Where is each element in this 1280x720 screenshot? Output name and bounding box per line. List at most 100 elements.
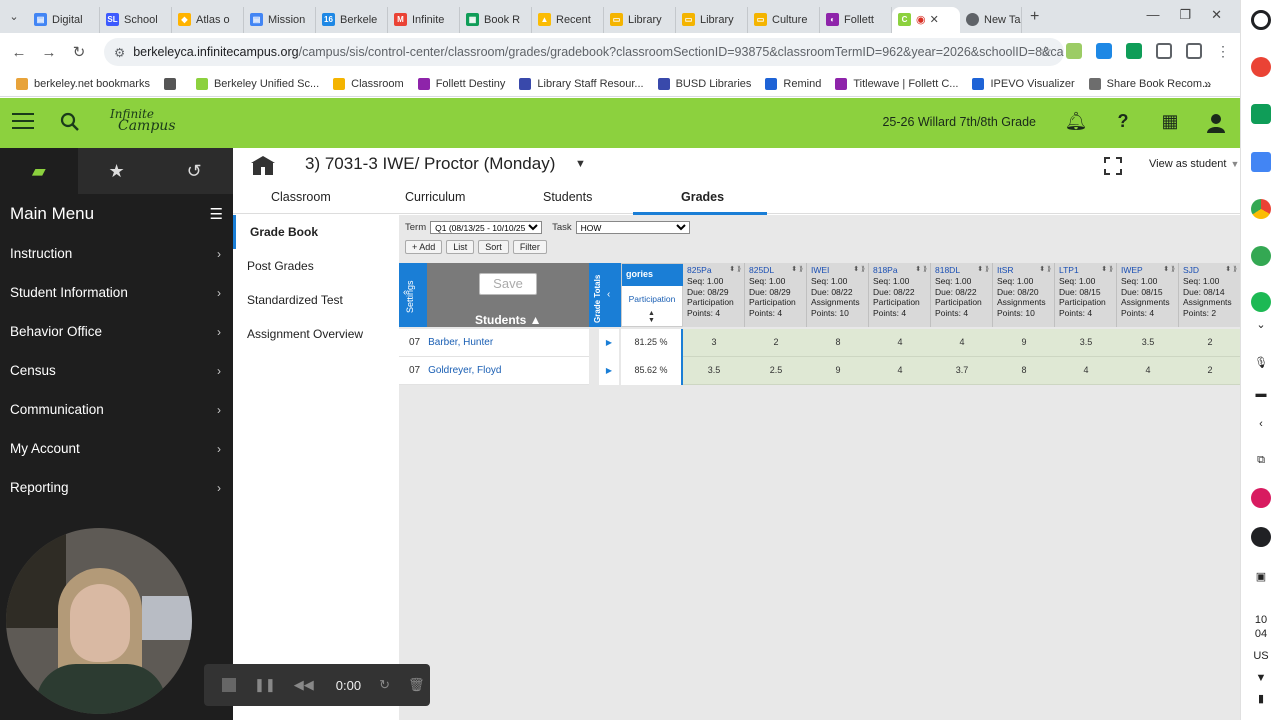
menu-item-instruction[interactable]: Instruction › — [0, 234, 233, 273]
save-button[interactable]: Save — [479, 273, 537, 295]
tab-new-tab[interactable]: New Ta — [960, 6, 1022, 33]
score-cell[interactable]: 4 — [931, 329, 993, 357]
score-cell[interactable]: 9 — [807, 357, 869, 385]
browser-tab[interactable]: ▭ Library — [604, 6, 676, 33]
extension-icon[interactable] — [1066, 43, 1082, 59]
tab-students[interactable]: Students — [543, 190, 592, 204]
favorites-star-icon[interactable]: ★ — [77, 148, 156, 194]
browser-tab[interactable]: ▦ Book R — [460, 6, 532, 33]
notifications-bell-icon[interactable]: 🔔︎ — [1064, 111, 1088, 135]
tab-classroom[interactable]: Classroom — [271, 190, 331, 204]
browser-tab[interactable]: ▲ Recent — [532, 6, 604, 33]
menu-item-census[interactable]: Census › — [0, 351, 233, 390]
browser-tab[interactable]: ◐ Follett — [820, 6, 892, 33]
assignment-header[interactable]: IWEP Seq: 1.00 Due: 08/15 Assignments Points… — [1117, 263, 1179, 327]
rewind-icon[interactable]: ◀◀ — [294, 677, 314, 693]
expand-student-icon[interactable]: ▶ — [599, 329, 619, 357]
browser-tab[interactable]: ▤ Digital — [28, 6, 100, 33]
student-name-link[interactable]: Goldreyer, Floyd — [428, 365, 501, 376]
score-cell[interactable]: 3 — [683, 329, 745, 357]
tab-groups-icon[interactable] — [1186, 43, 1202, 59]
tab-search-icon[interactable]: ⌄ — [0, 10, 28, 23]
app-icon[interactable] — [1251, 57, 1271, 77]
user-account-icon[interactable] — [1204, 111, 1228, 135]
score-cell[interactable]: 4 — [869, 329, 931, 357]
bookmark-item[interactable]: Follett Destiny — [417, 77, 505, 90]
keyboard-locale[interactable]: US — [1241, 650, 1280, 662]
play-store-icon[interactable] — [1251, 246, 1271, 266]
student-name-link[interactable]: Barber, Hunter — [428, 337, 493, 348]
fullscreen-icon[interactable] — [1103, 156, 1123, 176]
score-cell[interactable]: 4 — [869, 357, 931, 385]
sort-expand-icon[interactable]: ⬍ ⟫ — [977, 265, 989, 276]
browser-menu-icon[interactable]: ⋮ — [1216, 43, 1230, 60]
sort-expand-icon[interactable]: ⬍ ⟫ — [1039, 265, 1051, 276]
browser-tab[interactable]: ▤ Mission — [244, 6, 316, 33]
bookmark-item[interactable] — [163, 77, 182, 90]
classroom-app-icon[interactable] — [1251, 104, 1271, 124]
score-cell[interactable]: 2 — [1179, 329, 1241, 357]
browser-tab[interactable]: ▭ Culture — [748, 6, 820, 33]
assignment-header[interactable]: LTP1 Seq: 1.00 Due: 08/15 Participation Poin… — [1055, 263, 1117, 327]
calendar-icon[interactable]: ▣ — [1241, 570, 1280, 583]
minimize-icon[interactable]: — — [1146, 7, 1159, 23]
assignment-header[interactable]: 825Pa Seq: 1.00 Due: 08/29 Participation Poi… — [683, 263, 745, 327]
bookmark-item[interactable]: berkeley.net bookmarks — [16, 77, 150, 90]
screen-capture-icon[interactable]: ▬ — [1241, 388, 1280, 400]
maximize-icon[interactable]: ❐ — [1179, 7, 1191, 23]
extension-icon[interactable] — [1096, 43, 1112, 59]
browser-tab[interactable]: ▭ Library — [676, 6, 748, 33]
menu-item-student-information[interactable]: Student Information › — [0, 273, 233, 312]
menu-item-behavior-office[interactable]: Behavior Office › — [0, 312, 233, 351]
docs-app-icon[interactable] — [1251, 152, 1271, 172]
score-cell[interactable]: 2.5 — [745, 357, 807, 385]
browser-tab[interactable]: 16 Berkele — [316, 6, 388, 33]
wifi-icon[interactable]: ▼ — [1241, 672, 1280, 684]
extensions-puzzle-icon[interactable] — [1156, 43, 1172, 59]
assignment-header[interactable]: ItSR Seq: 1.00 Due: 08/20 Assignments Points… — [993, 263, 1055, 327]
bookmark-item[interactable]: Remind — [765, 77, 821, 90]
hamburger-menu-icon[interactable] — [12, 113, 34, 134]
delete-recording-icon[interactable]: 🗑︎ — [408, 677, 425, 693]
browser-tab[interactable]: SL School — [100, 6, 172, 33]
bookmark-star-icon[interactable]: ☆ — [1039, 43, 1052, 60]
menu-item-communication[interactable]: Communication › — [0, 390, 233, 429]
sort-expand-icon[interactable]: ⬍ ⟫ — [1225, 265, 1237, 276]
view-as-student-dropdown[interactable]: View as student ▼ — [1149, 158, 1239, 170]
score-cell[interactable]: 3.5 — [1055, 329, 1117, 357]
back-icon[interactable]: ← — [4, 44, 34, 61]
assignment-header[interactable]: 825DL Seq: 1.00 Due: 08/29 Participation Poi… — [745, 263, 807, 327]
restart-icon[interactable]: ↻ — [379, 677, 390, 693]
add-button[interactable]: + Add — [405, 240, 443, 254]
notification-count-icon[interactable] — [1251, 527, 1271, 547]
section-dropdown-icon[interactable]: ▼ — [575, 158, 586, 170]
close-tab-icon[interactable]: ✕ — [930, 13, 939, 26]
score-cell[interactable]: 3.5 — [1117, 329, 1179, 357]
mic-icon[interactable]: 🎙︎ — [1241, 356, 1280, 369]
bookmark-item[interactable]: Berkeley Unified Sc... — [195, 77, 319, 90]
score-cell[interactable]: 8 — [807, 329, 869, 357]
tab-grades[interactable]: Grades — [681, 190, 724, 204]
bookmark-item[interactable]: Titlewave | Follett C... — [835, 77, 958, 90]
filter-button[interactable]: Filter — [512, 240, 547, 254]
window-icon[interactable]: ⧉ — [1241, 454, 1280, 467]
subnav-standardized-test[interactable]: Standardized Test — [233, 283, 399, 317]
task-select[interactable]: HOW — [575, 221, 690, 234]
assignment-header[interactable]: IWEI Seq: 1.00 Due: 08/22 Assignments Points… — [807, 263, 869, 327]
spotify-icon[interactable] — [1251, 292, 1271, 312]
list-button[interactable]: List — [446, 240, 475, 254]
address-bar[interactable]: ⚙ berkeleyca.infinitecampus.org/campus/s… — [104, 38, 1064, 66]
menu-item-reporting[interactable]: Reporting › — [0, 468, 233, 507]
bookmark-item[interactable]: IPEVO Visualizer — [972, 77, 1075, 90]
bookmark-item[interactable]: Share Book Recom... — [1088, 77, 1211, 90]
term-select[interactable]: Q1 (08/13/25 - 10/10/25) — [430, 221, 543, 234]
bookmark-item[interactable]: Classroom — [333, 77, 404, 90]
sort-expand-icon[interactable]: ⬍ ⟫ — [791, 265, 803, 276]
history-icon[interactable]: ↺ — [155, 148, 234, 194]
more-bookmarks-icon[interactable]: » — [1204, 76, 1211, 91]
close-window-icon[interactable]: ✕ — [1211, 7, 1222, 23]
settings-column[interactable]: Settings « — [399, 263, 427, 327]
new-tab-button[interactable]: + — [1030, 8, 1039, 26]
assignment-header[interactable]: 818DL Seq: 1.00 Due: 08/22 Participation Poi… — [931, 263, 993, 327]
section-title[interactable]: 3) 7031-3 IWE/ Proctor (Monday) — [305, 154, 555, 174]
